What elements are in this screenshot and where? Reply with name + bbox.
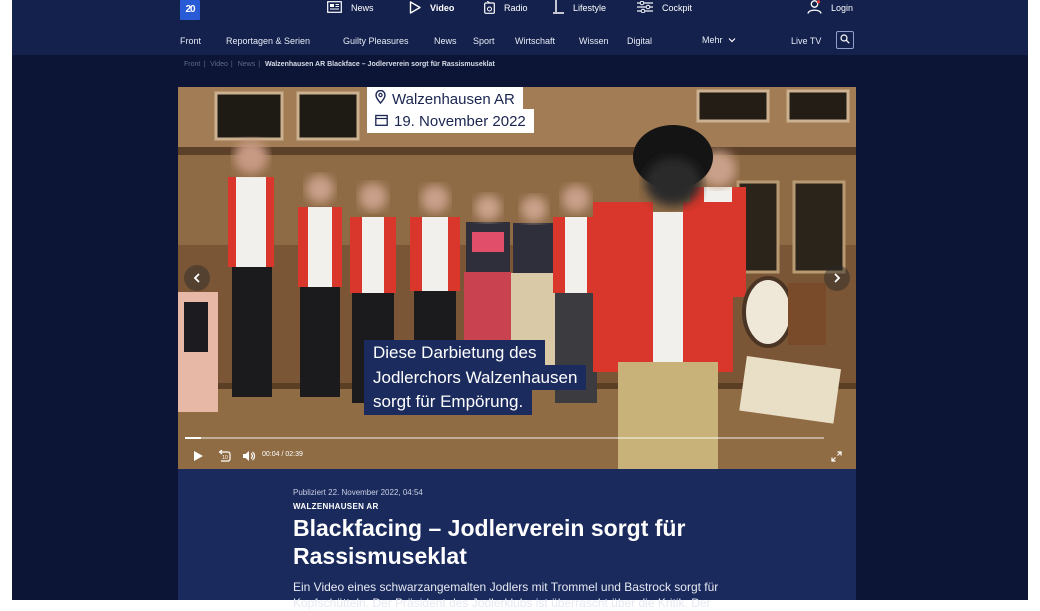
current-time: 00:04: [262, 451, 280, 458]
section-nav-reportagen[interactable]: Reportagen & Serien: [226, 36, 310, 46]
video-caption-line: Diese Darbietung des: [364, 340, 546, 366]
top-nav-label: Lifestyle: [573, 3, 607, 13]
search-button[interactable]: [836, 31, 854, 49]
rewind-10-icon: 10: [218, 449, 231, 466]
play-button[interactable]: [193, 449, 204, 467]
section-nav: Front Reportagen & Serien Guilty Pleasur…: [12, 28, 1028, 55]
video-caption-line: sorgt für Empörung.: [364, 389, 533, 415]
breadcrumb: Front | Video | News | Walzenhausen AR Blac…: [184, 61, 495, 68]
more-menu-button[interactable]: Mehr: [702, 35, 736, 45]
video-location: Walzenhausen AR: [392, 90, 515, 108]
play-icon: [193, 449, 204, 466]
video-time: 00:04 / 02:39: [262, 451, 303, 458]
article-headline: Blackfacing – Jodlerverein sorgt für Ras…: [293, 515, 686, 569]
chevron-right-icon: [833, 270, 841, 286]
breadcrumb-front[interactable]: Front: [184, 61, 200, 68]
chevron-left-icon: [193, 270, 201, 286]
lamp-icon: [553, 0, 564, 16]
breadcrumb-current: Walzenhausen AR Blackface – Jodlerverein…: [264, 61, 495, 68]
location-badge: Walzenhausen AR: [367, 87, 523, 111]
next-video-button[interactable]: [824, 265, 850, 291]
top-nav-cockpit[interactable]: Cockpit: [637, 0, 692, 16]
chevron-down-icon: [725, 35, 736, 45]
section-nav-guilty-pleasures[interactable]: Guilty Pleasures: [343, 36, 409, 46]
section-nav-digital[interactable]: Digital: [627, 36, 652, 46]
top-nav-news[interactable]: News: [327, 0, 374, 16]
publish-date: Publiziert 22. November 2022, 04:54: [293, 488, 423, 497]
logo-text: 20: [185, 4, 195, 15]
speaker-icon: [242, 449, 256, 466]
video-controls: 10 00:04 / 02:39: [178, 446, 856, 466]
video-player[interactable]: Walzenhausen AR 19. November 2022 Diese …: [178, 87, 856, 469]
login-label: Login: [831, 3, 854, 13]
section-nav-news[interactable]: News: [434, 36, 457, 46]
section-nav-front[interactable]: Front: [180, 36, 201, 46]
search-icon: [840, 31, 850, 49]
video-progress-fill: [185, 437, 201, 439]
live-tv-link[interactable]: Live TV: [791, 36, 821, 46]
top-nav-lifestyle[interactable]: Lifestyle: [553, 0, 606, 16]
video-progress-bar[interactable]: [185, 437, 824, 439]
video-caption-line: Jodlerchors Walzenhausen: [364, 365, 587, 390]
top-nav-video[interactable]: Video: [409, 0, 454, 16]
top-nav-label: Radio: [504, 3, 528, 13]
article-header: Publiziert 22. November 2022, 04:54 WALZ…: [178, 469, 856, 610]
top-nav-radio[interactable]: Radio: [484, 0, 528, 16]
volume-button[interactable]: [242, 449, 256, 467]
location-pin-icon: [375, 89, 386, 108]
play-icon: [409, 0, 421, 16]
section-nav-wissen[interactable]: Wissen: [579, 36, 609, 46]
article-lead: Ein Video eines schwarzangemalten Jodler…: [293, 580, 719, 610]
date-badge: 19. November 2022: [367, 109, 534, 133]
video-date: 19. November 2022: [394, 112, 526, 130]
radio-icon: [484, 0, 495, 16]
top-nav-label: Video: [430, 3, 455, 13]
section-nav-wirtschaft[interactable]: Wirtschaft: [515, 36, 555, 46]
previous-video-button[interactable]: [184, 265, 210, 291]
top-nav-label: News: [351, 3, 374, 13]
fullscreen-button[interactable]: [831, 449, 842, 467]
sliders-icon: [637, 0, 653, 15]
breadcrumb-video[interactable]: Video: [210, 61, 228, 68]
page: 20 News Video Radio Lifestyle Cockpit Lo…: [12, 0, 1028, 610]
article-kicker: WALZENHAUSEN AR: [293, 502, 379, 511]
site-logo[interactable]: 20: [180, 0, 200, 20]
svg-text:10: 10: [222, 455, 228, 461]
breadcrumb-news[interactable]: News: [238, 61, 256, 68]
time-separator: /: [281, 451, 284, 458]
calendar-icon: [375, 113, 388, 130]
more-label: Mehr: [702, 35, 723, 45]
rewind-10-button[interactable]: 10: [218, 449, 231, 467]
fullscreen-icon: [831, 449, 842, 466]
login-button[interactable]: Login: [807, 0, 853, 16]
duration: 02:39: [285, 451, 303, 458]
newspaper-icon: [327, 1, 342, 15]
user-icon: [807, 0, 822, 16]
section-nav-sport[interactable]: Sport: [473, 36, 495, 46]
top-nav-label: Cockpit: [662, 3, 693, 13]
